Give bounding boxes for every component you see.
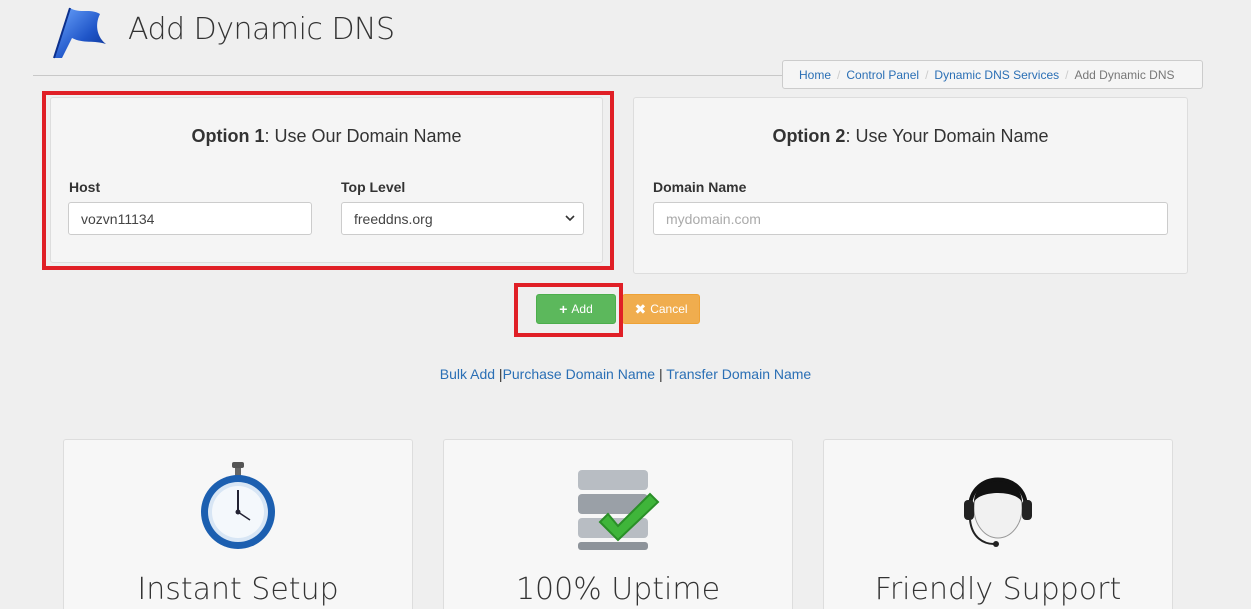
cancel-button-label: Cancel <box>650 302 688 316</box>
link-separator: | <box>658 366 663 382</box>
option2-panel: Option 2: Use Your Domain Name Domain Na… <box>633 97 1188 274</box>
transfer-domain-link[interactable]: Transfer Domain Name <box>666 366 811 382</box>
option2-heading-bold: Option 2 <box>772 126 846 146</box>
option2-heading-text: : Use Your Domain Name <box>845 126 1049 146</box>
feature-card-instant-setup: Instant Setup <box>63 439 413 609</box>
domain-links: Bulk Add |Purchase Domain Name | Transfe… <box>0 366 1251 382</box>
stopwatch-icon <box>201 462 275 549</box>
option2-heading: Option 2: Use Your Domain Name <box>634 126 1187 147</box>
headset-support-icon <box>964 477 1032 547</box>
breadcrumb-current: Add Dynamic DNS <box>1074 67 1175 82</box>
breadcrumb-control-panel[interactable]: Control Panel <box>846 68 919 82</box>
domain-name-placeholder: mydomain.com <box>666 210 761 227</box>
header-divider <box>33 75 783 76</box>
breadcrumb-separator: / <box>925 67 929 82</box>
breadcrumb-separator: / <box>1065 67 1069 82</box>
feature-card-support: Friendly Support <box>823 439 1173 609</box>
bulk-add-link[interactable]: Bulk Add <box>440 366 495 382</box>
breadcrumb-home[interactable]: Home <box>799 68 831 82</box>
breadcrumb-dynamic-dns-services[interactable]: Dynamic DNS Services <box>934 68 1059 82</box>
feature-title: Instant Setup <box>137 572 339 607</box>
purchase-domain-link[interactable]: Purchase Domain Name <box>503 366 656 382</box>
close-icon: ✖ <box>634 300 647 317</box>
cancel-button[interactable]: ✖ Cancel <box>622 294 700 324</box>
domain-name-input[interactable]: mydomain.com <box>653 202 1168 235</box>
add-button-highlight-box <box>514 283 623 337</box>
option1-highlight-box <box>42 91 614 270</box>
breadcrumb: Home / Control Panel / Dynamic DNS Servi… <box>782 60 1203 89</box>
blue-flag-logo-icon <box>53 7 106 59</box>
database-check-icon <box>578 470 660 550</box>
domain-name-label: Domain Name <box>653 179 747 195</box>
feature-title: 100% Uptime <box>515 572 721 607</box>
page-title: Add Dynamic DNS <box>128 12 395 47</box>
feature-title: Friendly Support <box>874 572 1122 607</box>
breadcrumb-separator: / <box>837 67 841 82</box>
feature-card-uptime: 100% Uptime <box>443 439 793 609</box>
